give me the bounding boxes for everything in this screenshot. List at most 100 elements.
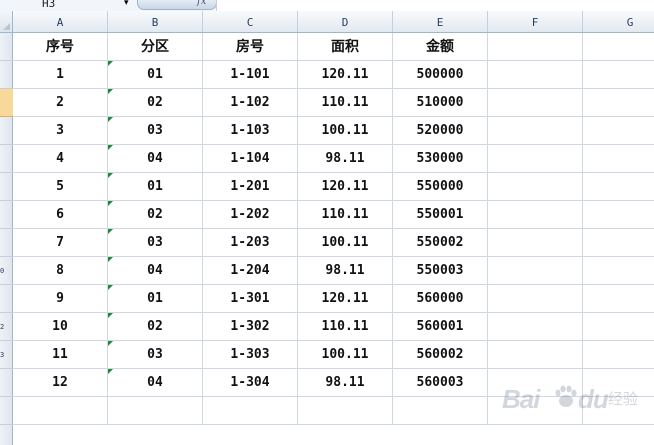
data-cell[interactable]: 04 xyxy=(108,145,203,172)
data-cell[interactable]: 500000 xyxy=(393,61,488,88)
empty-cell[interactable] xyxy=(488,229,583,256)
data-cell[interactable]: 01 xyxy=(108,285,203,312)
column-header-f[interactable]: F xyxy=(488,11,583,32)
data-cell[interactable]: 03 xyxy=(108,341,203,368)
data-cell[interactable]: 1-201 xyxy=(203,173,298,200)
header-cell[interactable]: 分区 xyxy=(108,33,203,60)
data-cell[interactable]: 98.11 xyxy=(298,145,393,172)
data-cell[interactable]: 560000 xyxy=(393,285,488,312)
data-cell[interactable]: 02 xyxy=(108,89,203,116)
data-cell[interactable]: 1-202 xyxy=(203,201,298,228)
empty-cell[interactable] xyxy=(108,397,203,424)
header-cell[interactable]: 房号 xyxy=(203,33,298,60)
row-header[interactable] xyxy=(0,397,13,425)
row-header[interactable] xyxy=(0,61,13,89)
empty-cell[interactable] xyxy=(583,257,654,284)
row-header[interactable]: 3 xyxy=(0,341,13,369)
row-header[interactable] xyxy=(0,201,13,229)
row-header[interactable] xyxy=(0,33,13,61)
row-header[interactable]: 2 xyxy=(0,313,13,341)
data-cell[interactable]: 100.11 xyxy=(298,341,393,368)
data-cell[interactable]: 5 xyxy=(13,173,108,200)
data-cell[interactable]: 550003 xyxy=(393,257,488,284)
data-cell[interactable]: 120.11 xyxy=(298,285,393,312)
empty-cell[interactable] xyxy=(488,341,583,368)
empty-cell[interactable] xyxy=(488,173,583,200)
row-header-active[interactable] xyxy=(0,89,13,117)
empty-cell[interactable] xyxy=(488,313,583,340)
data-cell[interactable]: 120.11 xyxy=(298,61,393,88)
name-box[interactable]: H3 xyxy=(0,0,118,11)
data-cell[interactable]: 560003 xyxy=(393,369,488,396)
empty-cell[interactable] xyxy=(583,201,654,228)
empty-cell[interactable] xyxy=(583,61,654,88)
data-cell[interactable]: 02 xyxy=(108,313,203,340)
data-cell[interactable]: 1-101 xyxy=(203,61,298,88)
data-cell[interactable]: 10 xyxy=(13,313,108,340)
data-cell[interactable]: 1-104 xyxy=(203,145,298,172)
empty-cell[interactable] xyxy=(488,201,583,228)
empty-cell[interactable] xyxy=(393,397,488,424)
data-cell[interactable]: 550000 xyxy=(393,173,488,200)
empty-cell[interactable] xyxy=(583,229,654,256)
empty-cell[interactable] xyxy=(583,313,654,340)
empty-cell[interactable] xyxy=(583,89,654,116)
empty-cell[interactable] xyxy=(583,341,654,368)
data-cell[interactable]: 550001 xyxy=(393,201,488,228)
row-header[interactable] xyxy=(0,285,13,313)
empty-cell[interactable] xyxy=(583,117,654,144)
empty-cell[interactable] xyxy=(13,397,108,424)
data-cell[interactable]: 7 xyxy=(13,229,108,256)
data-cell[interactable]: 120.11 xyxy=(298,173,393,200)
data-cell[interactable]: 02 xyxy=(108,201,203,228)
data-cell[interactable]: 4 xyxy=(13,145,108,172)
data-cell[interactable]: 1-303 xyxy=(203,341,298,368)
data-cell[interactable]: 110.11 xyxy=(298,313,393,340)
data-cell[interactable]: 01 xyxy=(108,61,203,88)
empty-cell[interactable] xyxy=(583,145,654,172)
empty-cell[interactable] xyxy=(488,285,583,312)
row-header[interactable] xyxy=(0,229,13,257)
empty-cell[interactable] xyxy=(488,89,583,116)
header-cell[interactable]: 面积 xyxy=(298,33,393,60)
data-cell[interactable]: 04 xyxy=(108,257,203,284)
data-cell[interactable]: 520000 xyxy=(393,117,488,144)
data-cell[interactable]: 98.11 xyxy=(298,369,393,396)
data-cell[interactable]: 530000 xyxy=(393,145,488,172)
data-cell[interactable]: 9 xyxy=(13,285,108,312)
data-cell[interactable]: 2 xyxy=(13,89,108,116)
empty-cell[interactable] xyxy=(488,61,583,88)
data-cell[interactable]: 12 xyxy=(13,369,108,396)
name-box-dropdown-icon[interactable]: ▾ xyxy=(124,0,129,9)
empty-cell[interactable] xyxy=(583,173,654,200)
column-header-c[interactable]: C xyxy=(203,11,298,32)
empty-cell[interactable] xyxy=(488,257,583,284)
row-header[interactable] xyxy=(0,369,13,397)
data-cell[interactable]: 110.11 xyxy=(298,201,393,228)
data-cell[interactable]: 8 xyxy=(13,257,108,284)
data-cell[interactable]: 1-301 xyxy=(203,285,298,312)
select-all-button[interactable] xyxy=(0,11,13,32)
data-cell[interactable]: 1-203 xyxy=(203,229,298,256)
header-cell[interactable]: 金额 xyxy=(393,33,488,60)
row-header[interactable] xyxy=(0,117,13,145)
column-header-d[interactable]: D xyxy=(298,11,393,32)
data-cell[interactable]: 1-302 xyxy=(203,313,298,340)
column-header-e[interactable]: E xyxy=(393,11,488,32)
data-cell[interactable]: 560002 xyxy=(393,341,488,368)
data-cell[interactable]: 03 xyxy=(108,117,203,144)
column-header-a[interactable]: A xyxy=(13,11,108,32)
data-cell[interactable]: 1-103 xyxy=(203,117,298,144)
data-cell[interactable]: 04 xyxy=(108,369,203,396)
data-cell[interactable]: 01 xyxy=(108,173,203,200)
data-cell[interactable]: 550002 xyxy=(393,229,488,256)
data-cell[interactable]: 6 xyxy=(13,201,108,228)
data-cell[interactable]: 1-102 xyxy=(203,89,298,116)
data-cell[interactable]: 03 xyxy=(108,229,203,256)
data-cell[interactable]: 11 xyxy=(13,341,108,368)
column-header-b[interactable]: B xyxy=(108,11,203,32)
empty-cell[interactable] xyxy=(298,397,393,424)
column-header-g[interactable]: G xyxy=(583,11,654,32)
data-cell[interactable]: 560001 xyxy=(393,313,488,340)
data-cell[interactable]: 110.11 xyxy=(298,89,393,116)
